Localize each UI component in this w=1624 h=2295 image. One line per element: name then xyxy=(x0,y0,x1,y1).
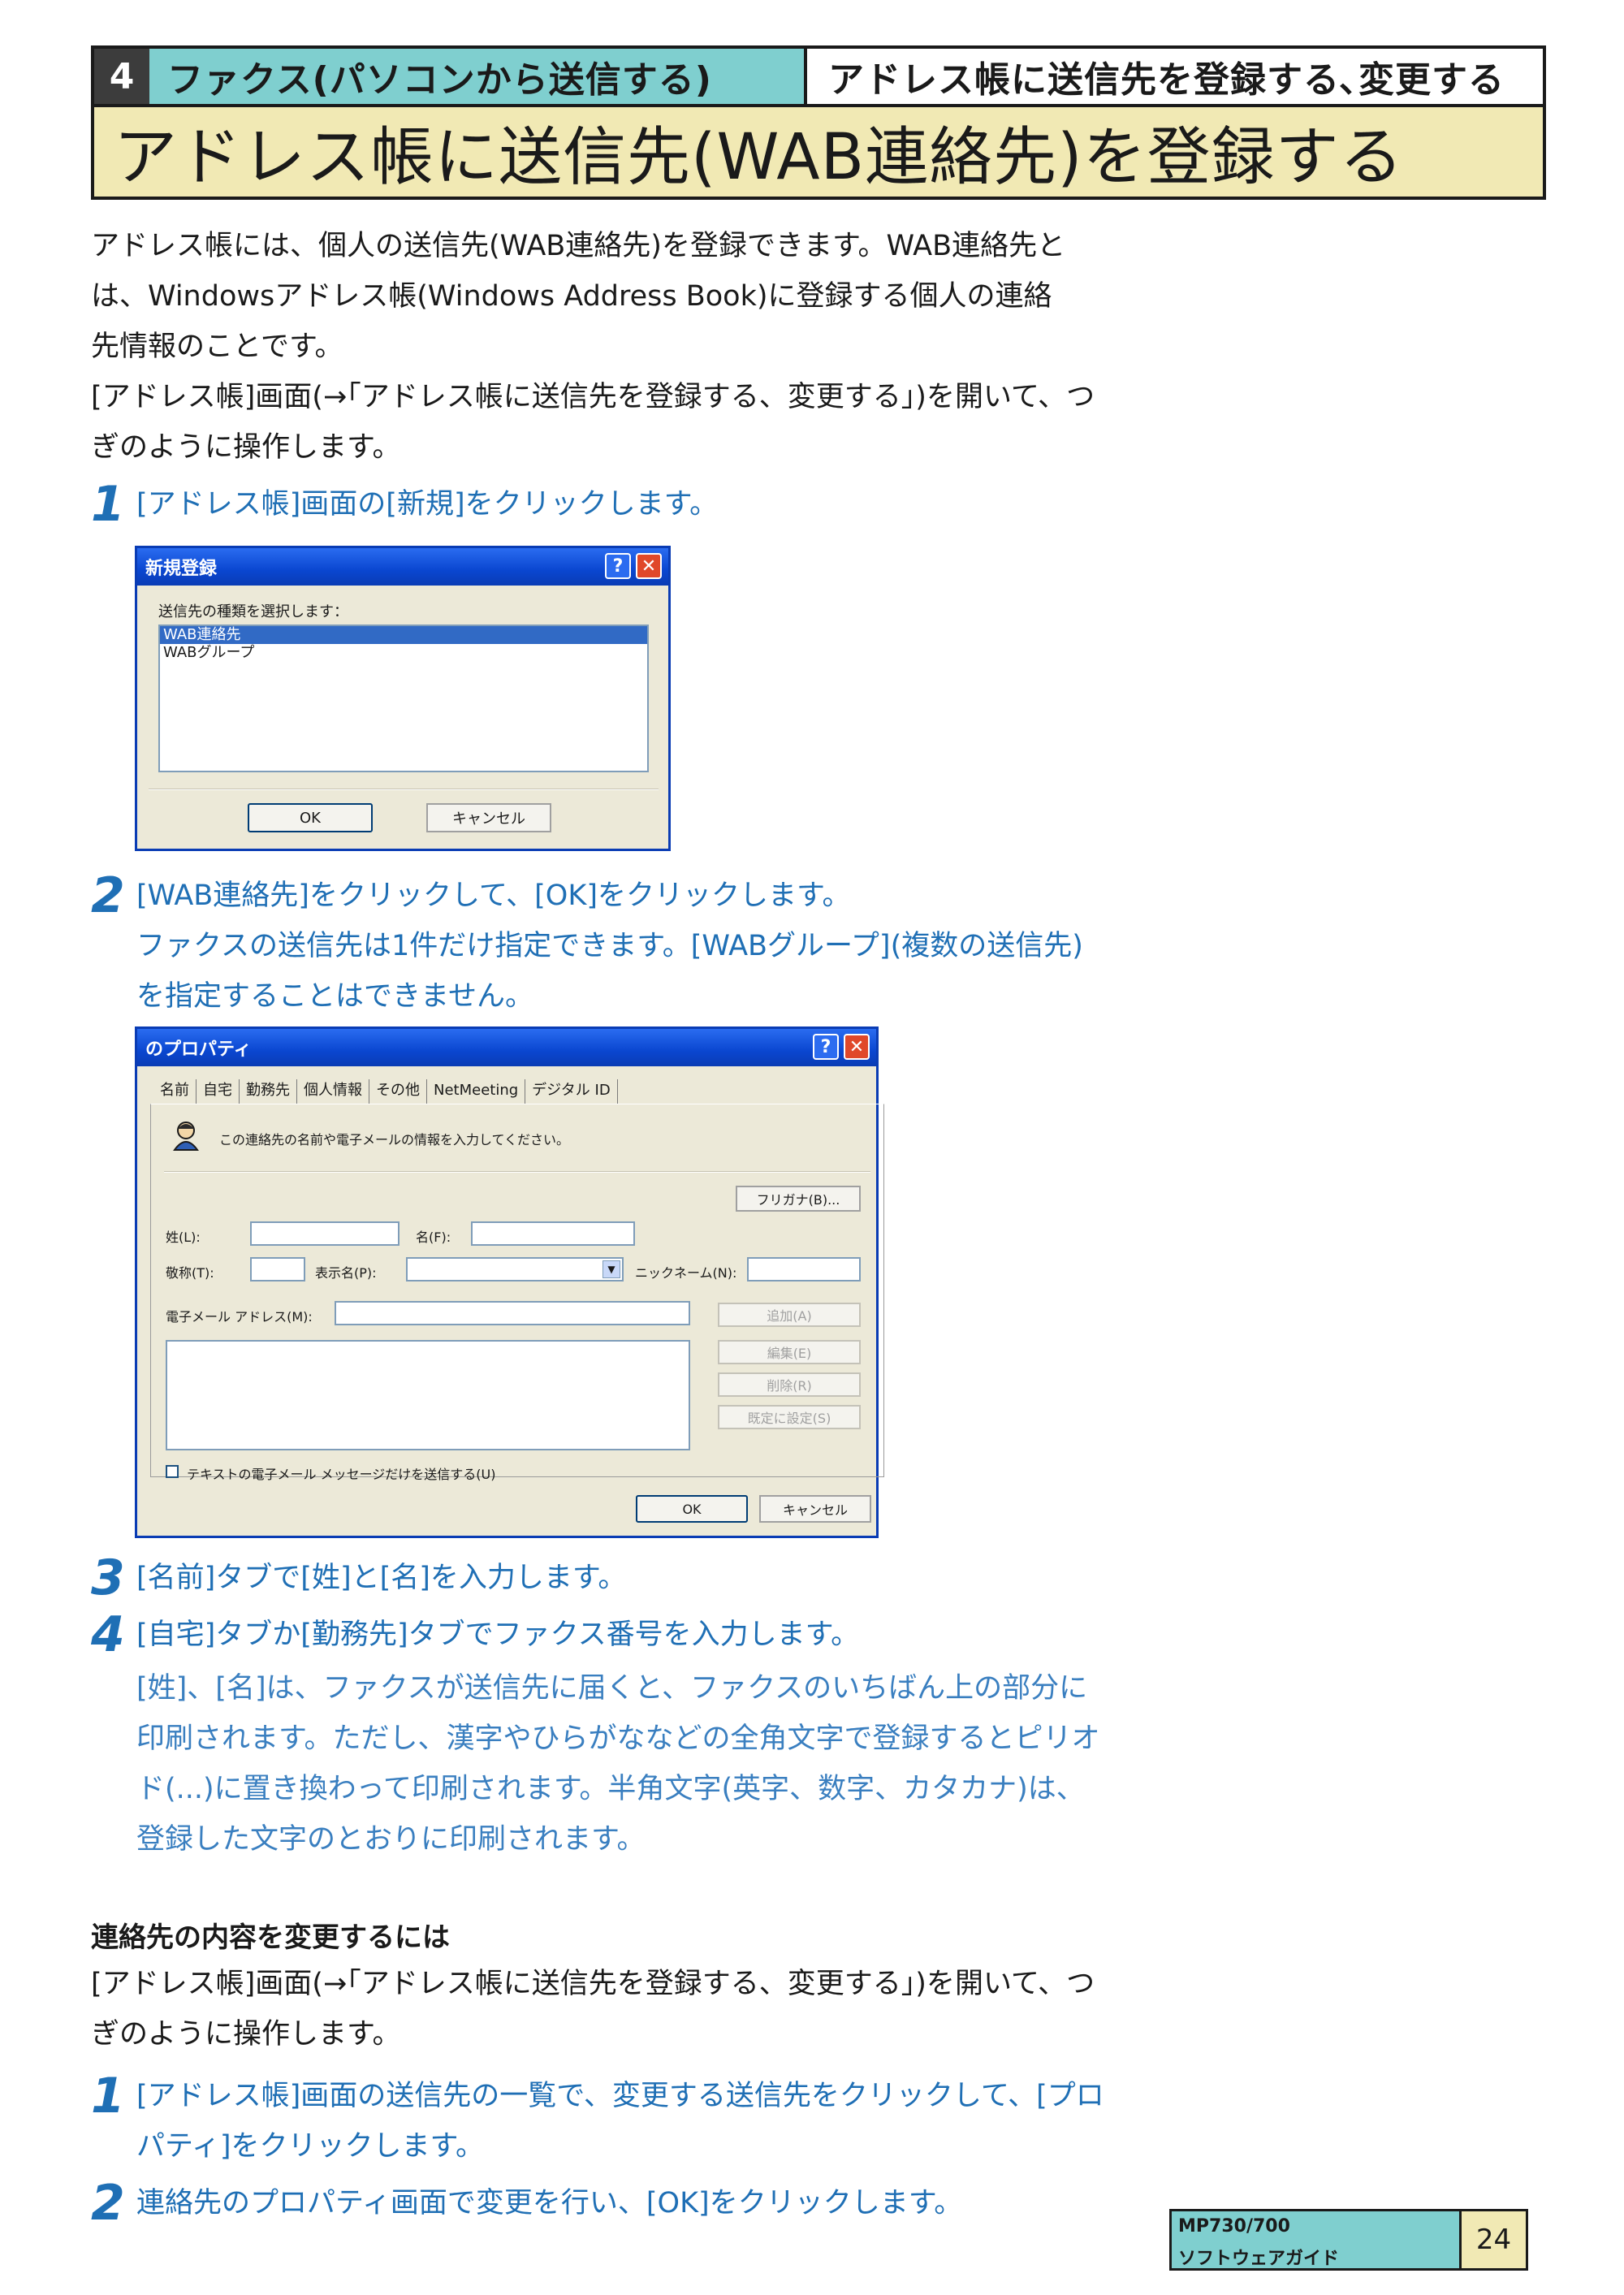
first-name-input[interactable] xyxy=(471,1221,635,1246)
intro-line: [アドレス帳]画面(→｢アドレス帳に送信先を登録する、変更する｣)を開いて、つ xyxy=(91,1968,1095,2000)
step-text: [名前]タブで[姓]と[名]を入力します。 xyxy=(136,1562,627,1594)
set-default-button[interactable]: 既定に設定(S) xyxy=(718,1405,861,1429)
tab-netmeeting[interactable]: NetMeeting xyxy=(427,1079,526,1104)
footer-badge: MP730/700 ソフトウェアガイド 24 xyxy=(1169,2209,1528,2271)
change-heading: 連絡先の内容を変更するには xyxy=(91,1921,450,1954)
note-line: 印刷されます。ただし、漢字やひらがななどの全角文字で登録するとピリオ xyxy=(136,1722,1100,1755)
step-text: [WAB連絡先]をクリックして、[OK]をクリックします。 xyxy=(136,880,851,912)
note-line: ファクスの送信先は1件だけ指定できます。[WABグループ](複数の送信先) xyxy=(136,930,1083,962)
step-number: 2 xyxy=(91,867,125,924)
step-4-note: [姓]、[名]は、ファクスが送信先に届くと、ファクスのいちばん上の部分に 印刷さ… xyxy=(136,1663,1111,1865)
cancel-button[interactable]: キャンセル xyxy=(759,1495,871,1523)
step-2: 2 [WAB連絡先]をクリックして、[OK]をクリックします。 xyxy=(91,871,1114,921)
intro-line: ぎのように操作します。 xyxy=(91,2018,401,2051)
edit-button[interactable]: 編集(E) xyxy=(718,1340,861,1364)
chevron-down-icon[interactable]: ▼ xyxy=(603,1260,620,1278)
title-label: 敬称(T): xyxy=(166,1265,214,1281)
page-title: アドレス帳に送信先(WAB連絡先)を登録する xyxy=(91,104,1546,200)
intro-line: アドレス帳には、個人の送信先(WAB連絡先)を登録できます。WAB連絡先と xyxy=(91,230,1066,262)
chapter-number: 4 xyxy=(94,49,149,104)
tab-name[interactable]: 名前 xyxy=(153,1079,197,1104)
note-line: を指定することはできません。 xyxy=(136,980,533,1013)
page-number: 24 xyxy=(1459,2211,1526,2268)
close-icon[interactable]: ✕ xyxy=(636,553,662,579)
help-icon[interactable]: ? xyxy=(605,553,631,579)
properties-dialog: のプロパティ ? ✕ 名前 自宅 勤務先 個人情報 その他 NetMeeting… xyxy=(135,1026,884,1538)
close-icon[interactable]: ✕ xyxy=(844,1034,870,1060)
tab-business[interactable]: 勤務先 xyxy=(240,1079,297,1104)
divider xyxy=(149,789,659,790)
model-name: MP730/700 xyxy=(1178,2216,1290,2237)
entry-type-list[interactable]: WAB連絡先 WABグループ xyxy=(158,625,649,772)
step-1: 1 [アドレス帳]画面の[新規]をクリックします。 xyxy=(91,479,1114,529)
last-name-input[interactable] xyxy=(250,1221,400,1246)
dialog-title: 新規登録 xyxy=(145,559,218,579)
first-name-label: 名(F): xyxy=(416,1230,451,1245)
email-input[interactable] xyxy=(335,1301,690,1325)
furigana-button[interactable]: フリガナ(B)... xyxy=(736,1186,861,1212)
text-only-checkbox[interactable] xyxy=(166,1465,179,1478)
intro-line: 先情報のことです。 xyxy=(91,331,343,363)
tab-other[interactable]: その他 xyxy=(369,1079,427,1104)
list-item-wab-group[interactable]: WABグループ xyxy=(160,644,647,662)
delete-button[interactable]: 削除(R) xyxy=(718,1372,861,1397)
display-name-select[interactable]: ▼ xyxy=(406,1257,624,1281)
title-input[interactable] xyxy=(250,1257,305,1281)
step-2-note: ファクスの送信先は1件だけ指定できます。[WABグループ](複数の送信先) を指… xyxy=(136,921,1111,1022)
display-name-label: 表示名(P): xyxy=(315,1265,377,1281)
list-item-wab-contact[interactable]: WAB連絡先 xyxy=(160,626,647,644)
step-text: 連絡先のプロパティ画面で変更を行い、[OK]をクリックします。 xyxy=(136,2187,963,2219)
note-line: [姓]、[名]は、ファクスが送信先に届くと、ファクスのいちばん上の部分に xyxy=(136,1672,1088,1705)
cancel-button[interactable]: キャンセル xyxy=(426,803,551,832)
change-step-2: 2 連絡先のプロパティ画面で変更を行い、[OK]をクリックします。 xyxy=(91,2178,984,2228)
nickname-label: ニックネーム(N): xyxy=(635,1265,737,1281)
dialog-titlebar: 新規登録 ? ✕ xyxy=(137,548,668,586)
info-text: この連絡先の名前や電子メールの情報を入力してください。 xyxy=(219,1132,570,1148)
type-prompt: 送信先の種類を選択します： xyxy=(158,603,348,620)
step-number: 1 xyxy=(91,2068,125,2124)
note-line: 登録した文字のとおりに印刷されます。 xyxy=(136,1823,646,1856)
chapter-header: 4 ファクス(パソコンから送信する) アドレス帳に送信先を登録する､変更する xyxy=(91,45,1546,104)
subsection-title: アドレス帳に送信先を登録する､変更する xyxy=(810,49,1543,104)
guide-name: ソフトウェアガイド xyxy=(1178,2249,1340,2269)
step-text: [アドレス帳]画面の[新規]をクリックします。 xyxy=(136,488,719,521)
tab-home[interactable]: 自宅 xyxy=(197,1079,240,1104)
note-line: ド(...)に置き換わって印刷されます。半角文字(英字、数字、カタカナ)は、 xyxy=(136,1773,1085,1805)
tab-strip: 名前 自宅 勤務先 個人情報 その他 NetMeeting デジタル ID xyxy=(153,1079,618,1104)
intro-line: ぎのように操作します。 xyxy=(91,431,401,464)
dialog-titlebar: のプロパティ ? ✕ xyxy=(137,1029,876,1066)
step-3: 3 [名前]タブで[姓]と[名]を入力します。 xyxy=(91,1553,1114,1603)
step-number: 3 xyxy=(91,1549,125,1606)
text-only-label: テキストの電子メール メッセージだけを送信する(U) xyxy=(187,1467,496,1482)
section-title: ファクス(パソコンから送信する) xyxy=(149,49,807,104)
step-4: 4 [自宅]タブか[勤務先]タブでファクス番号を入力します。 xyxy=(91,1610,1114,1660)
ok-button[interactable]: OK xyxy=(248,803,373,832)
step-text: [自宅]タブか[勤務先]タブでファクス番号を入力します。 xyxy=(136,1619,860,1651)
email-label: 電子メール アドレス(M): xyxy=(166,1309,313,1325)
step-line: パティ]をクリックします。 xyxy=(136,2130,485,2163)
change-intro: [アドレス帳]画面(→｢アドレス帳に送信先を登録する、変更する｣)を開いて、つ … xyxy=(91,1959,1106,2059)
intro-line: は、Windowsアドレス帳(Windows Address Book)に登録す… xyxy=(91,280,1052,313)
step-number: 1 xyxy=(91,476,125,533)
dialog-title: のプロパティ xyxy=(145,1039,252,1060)
step-number: 2 xyxy=(91,2175,125,2232)
change-step-1: 1 [アドレス帳]画面の送信先の一覧で、変更する送信先をクリックして、[プロ パ… xyxy=(91,2071,1114,2172)
step-text: [アドレス帳]画面の送信先の一覧で、変更する送信先をクリックして、[プロ パティ… xyxy=(136,2071,1111,2172)
tab-personal[interactable]: 個人情報 xyxy=(297,1079,369,1104)
new-entry-dialog: 新規登録 ? ✕ 送信先の種類を選択します： WAB連絡先 WABグループ OK… xyxy=(135,546,671,851)
intro-line: [アドレス帳]画面(→｢アドレス帳に送信先を登録する、変更する｣)を開いて、つ xyxy=(91,381,1095,413)
tab-digital-id[interactable]: デジタル ID xyxy=(525,1079,618,1104)
email-list[interactable] xyxy=(166,1340,690,1450)
divider xyxy=(164,1171,870,1173)
add-button[interactable]: 追加(A) xyxy=(718,1303,861,1327)
help-icon[interactable]: ? xyxy=(813,1034,839,1060)
step-number: 4 xyxy=(91,1606,125,1663)
tab-panel: この連絡先の名前や電子メールの情報を入力してください。 フリガナ(B)... 姓… xyxy=(150,1104,884,1482)
contact-icon xyxy=(173,1122,199,1151)
ok-button[interactable]: OK xyxy=(636,1495,748,1523)
step-line: [アドレス帳]画面の送信先の一覧で、変更する送信先をクリックして、[プロ xyxy=(136,2080,1104,2112)
last-name-label: 姓(L): xyxy=(166,1230,201,1245)
intro-text: アドレス帳には、個人の送信先(WAB連絡先)を登録できます。WAB連絡先と は、… xyxy=(91,221,1106,473)
nickname-input[interactable] xyxy=(747,1257,861,1281)
